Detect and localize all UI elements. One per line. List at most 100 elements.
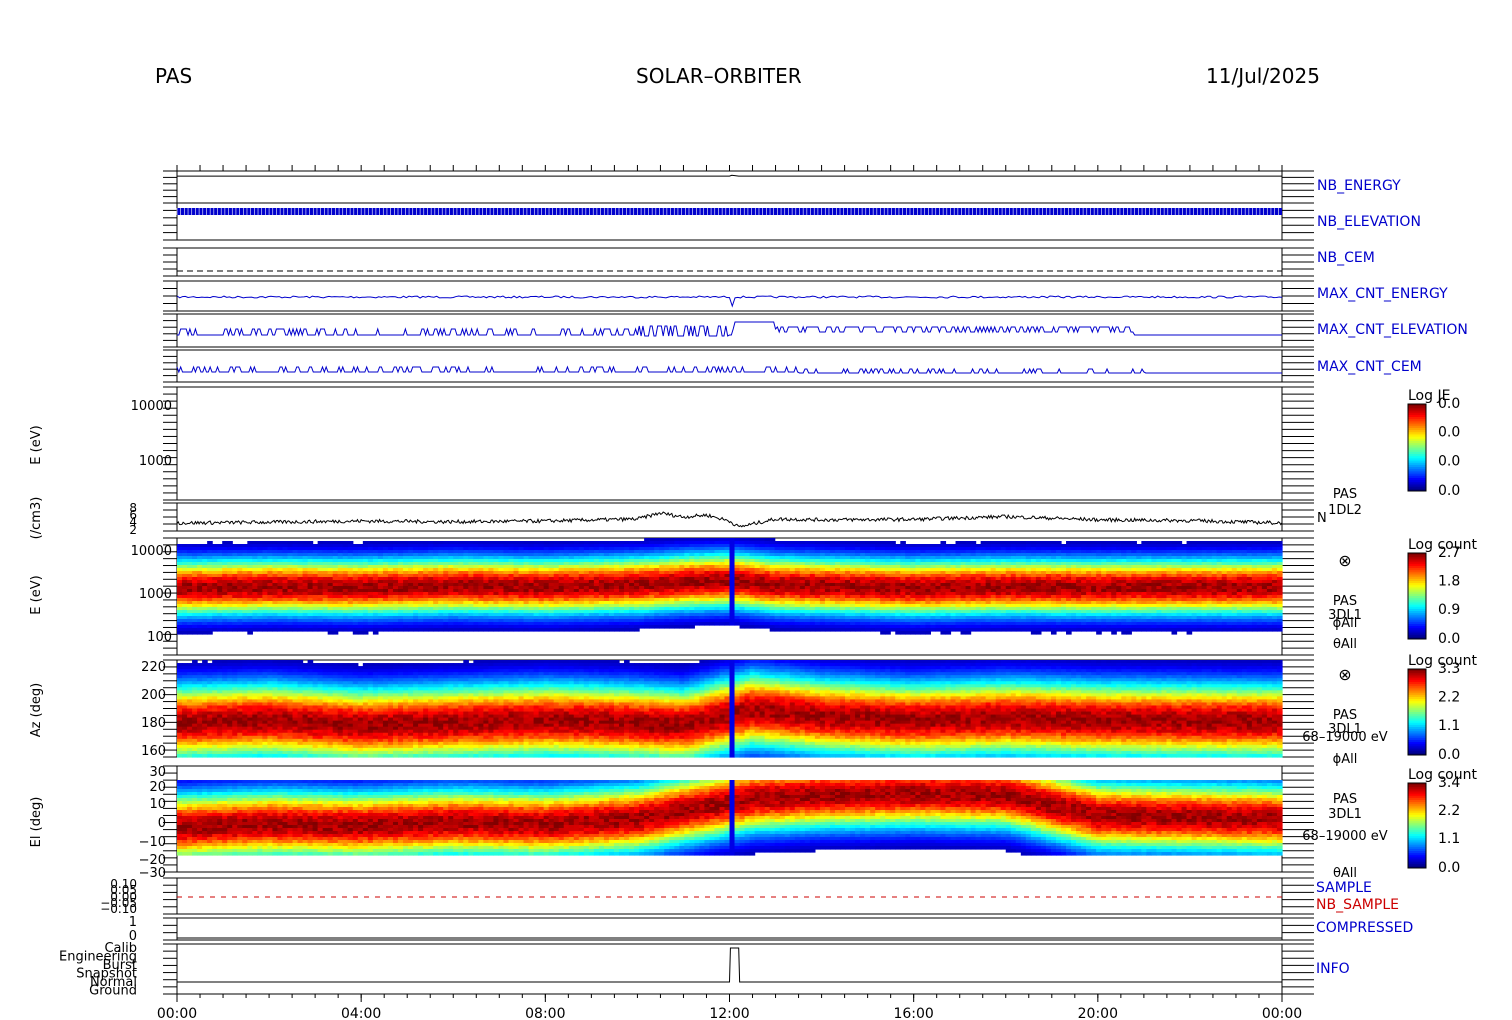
energy-3dl1-cell [232,628,238,632]
energy-3dl1-cell [744,625,751,629]
energy-3dl1-cell [392,628,399,632]
nb-elevation-label: NB_ELEVATION [1317,214,1421,230]
max-cnt-elevation-frame [176,313,1283,348]
max-cnt-elevation-line [177,321,1282,337]
density-side-pas: PAS [1333,487,1357,502]
energy-3dl1-cell [377,628,384,632]
energy-3dl1-cell [398,628,404,632]
max-cnt-elevation-label: MAX_CNT_ELEVATION [1317,322,1468,338]
energy-3dl1-cell [287,628,294,632]
energy-3dl1-cell [458,628,464,632]
energy-3dl1-cell [619,628,625,632]
energy-3dl1-cell [242,628,248,632]
max-cnt-energy-line [176,295,1283,308]
energy-3dl1-cell [593,628,600,632]
energy-3dl1-cell [448,628,454,632]
energy-3dl1-cell [357,631,364,635]
energy-3dl1-cell [583,628,590,632]
energy-3dl1-cell [207,631,213,635]
energy-3dl1-cell [493,628,500,632]
nb-cem-frame [176,247,1283,277]
energy-3dl1-cell [362,631,369,635]
energy-3dl1-cell [855,628,861,632]
energy-3dl1-cell [840,628,846,632]
energy-3dl1-cell [729,622,736,626]
energy-3dl1-cell [528,628,535,632]
energy-3dl1-cell [548,628,555,632]
energy-3dl1-cell [654,625,660,629]
energy-3dl1-cell [774,628,781,632]
energy-3dl1-cell [533,628,540,632]
energy-3dl1-cell [347,628,354,632]
energy-3dl1-cell [387,628,394,632]
energy-3dl1-cell [372,631,379,635]
energy-3dl1-cell [478,628,484,632]
energy-3dl1-cell [659,625,665,629]
energy-3dl1-cell [277,628,284,632]
energy-3dl1-cell [704,622,711,626]
energy-3dl1-cell [468,628,474,632]
energy-3dl1-cell [910,631,916,635]
energy-3dl1-cell [714,622,721,626]
energy-3dl1-cell [925,631,932,635]
max-cnt-energy-label: MAX_CNT_ENERGY [1317,286,1448,302]
energy-3dl1-cell [312,628,319,632]
energy-3dl1-cell [433,628,439,632]
energy-1dl2-ytick: 1000 [139,454,172,469]
energy-3dl1-cell [217,628,223,632]
energy-3dl1-cell [709,622,716,626]
energy-3dl1-cell [227,628,233,632]
energy-1dl2-frame [176,386,1283,501]
energy-3dl1-cell [473,628,479,632]
nb-energy-label: NB_ENERGY [1317,178,1401,194]
energy-3dl1-cell [332,631,339,635]
density-line [176,511,1283,528]
energy-3dl1-cell [634,628,640,632]
energy-3dl1-cell [282,628,289,632]
energy-3dl1-cell [382,628,389,632]
energy-3dl1-cell [679,625,685,629]
density-side-n: N [1317,511,1327,526]
energy-3dl1-cell [498,628,505,632]
energy-3dl1-cell [568,628,575,632]
energy-3dl1-cell [664,625,670,629]
energy-3dl1-cell [845,628,851,632]
energy-3dl1-cell [443,628,449,632]
nb-cem-label: NB_CEM [1317,250,1375,266]
energy-3dl1-cell [764,625,771,629]
energy-3dl1-cell [905,631,911,635]
energy-3dl1-cell [237,628,243,632]
energy-3dl1-cell [177,631,183,635]
max-cnt-energy-frame [176,280,1283,312]
energy-3dl1-cell [639,625,645,629]
energy-3dl1-cell [222,628,228,632]
energy-3dl1-cell [624,628,630,632]
energy-3dl1-cell [513,628,520,632]
energy-3dl1-cell [880,631,886,635]
energy-3dl1-cell [483,628,490,632]
energy-3dl1-cell [488,628,495,632]
energy-3dl1-cell [689,625,695,629]
energy-3dl1-cell [799,628,806,632]
energy-1dl2-ylabel: E (eV) [29,425,44,464]
energy-3dl1-cell [699,622,705,626]
energy-3dl1-cell [578,628,585,632]
energy-3dl1-cell [523,628,530,632]
energy-3dl1-cell [649,625,655,629]
energy-3dl1-cell [789,628,796,632]
energy-3dl1-cell [749,625,756,629]
energy-3dl1-cell [543,628,550,632]
energy-3dl1-cell [739,625,746,629]
energy-3dl1-cell [182,631,188,635]
energy-3dl1-cell [603,628,610,632]
energy-3dl1-cell [759,625,766,629]
energy-3dl1-cell [900,631,906,635]
energy-3dl1-cell [292,628,299,632]
energy-3dl1-cell [192,631,198,635]
energy-3dl1-cell [558,628,565,632]
energy-3dl1-cell [608,628,615,632]
energy-3dl1-cell [613,628,620,632]
energy-3dl1-cell [915,631,921,635]
energy-3dl1-cell [508,628,515,632]
energy-3dl1-cell [754,625,761,629]
